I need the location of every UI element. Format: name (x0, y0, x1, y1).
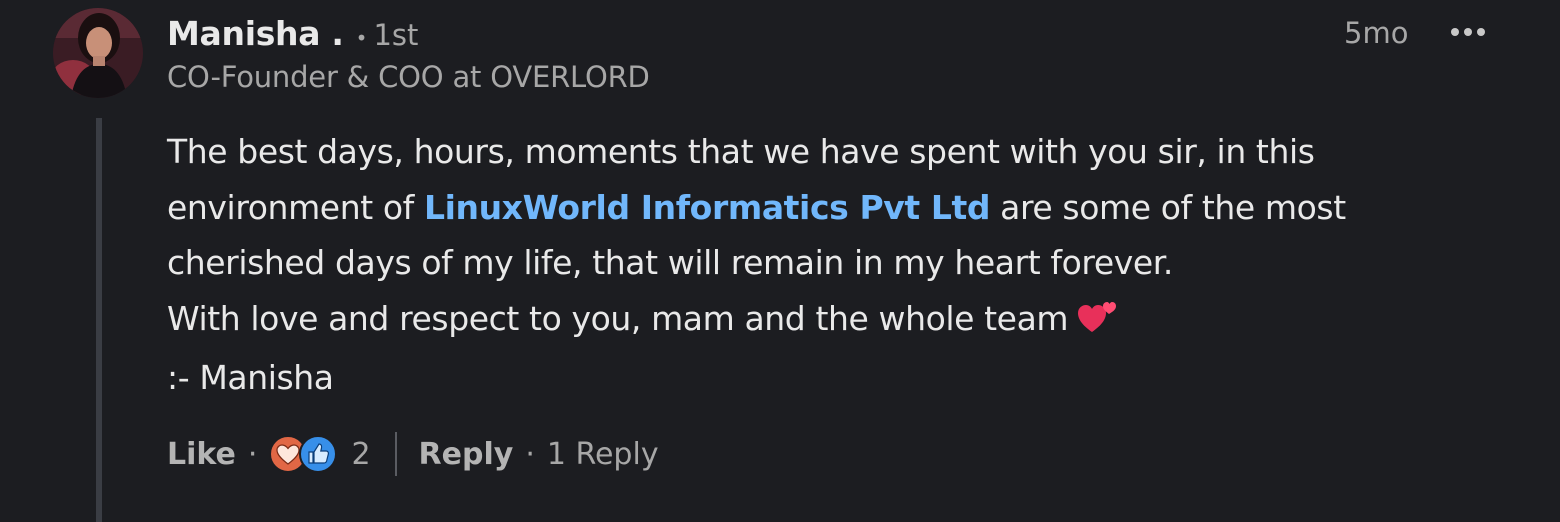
comment-text: With love and respect to you, mam and th… (167, 298, 1069, 338)
degree-separator: • (355, 26, 368, 50)
action-separator: · (525, 436, 535, 472)
comment-header: Manisha . • 1st (167, 14, 418, 58)
comment: Manisha . • 1st CO-Founder & COO at OVER… (0, 0, 1560, 522)
comment-text: environment of (167, 187, 424, 227)
author-name[interactable]: Manisha . (167, 14, 344, 53)
thread-line (96, 118, 102, 522)
ellipsis-icon (1451, 28, 1485, 36)
action-separator: · (247, 436, 258, 472)
replies-count-link[interactable]: 1 Reply (547, 437, 659, 472)
like-button[interactable]: Like (167, 437, 236, 472)
author-headline: CO-Founder & COO at OVERLORD (167, 60, 650, 94)
reply-button[interactable]: Reply (419, 437, 514, 472)
comment-timestamp: 5mo (1344, 16, 1409, 50)
like-reaction-icon (299, 435, 338, 481)
comment-actions: Like · 2 Reply · 1 Reply (167, 428, 659, 480)
comment-line: With love and respect to you, mam and th… (167, 291, 1437, 351)
comment-line: :- Manisha (167, 358, 334, 397)
avatar-photo (53, 8, 143, 98)
comment-line: environment of LinuxWorld Informatics Pv… (167, 180, 1437, 236)
comment-line: cherished days of my life, that will rem… (167, 243, 1173, 282)
reaction-icons (269, 434, 341, 474)
connection-degree: 1st (373, 18, 419, 52)
reaction-count: 2 (351, 436, 371, 472)
more-options-button[interactable] (1442, 20, 1494, 44)
actions-divider (394, 432, 397, 476)
comment-line: The best days, hours, moments that we ha… (167, 132, 1315, 171)
reactions-summary[interactable]: 2 (269, 434, 371, 474)
company-mention-link[interactable]: LinuxWorld Informatics Pvt Ltd (424, 188, 991, 227)
comment-text: are some of the most (990, 187, 1346, 227)
avatar[interactable] (53, 8, 143, 98)
two-hearts-emoji (1078, 295, 1118, 351)
comment-body: The best days, hours, moments that we ha… (167, 124, 1437, 406)
